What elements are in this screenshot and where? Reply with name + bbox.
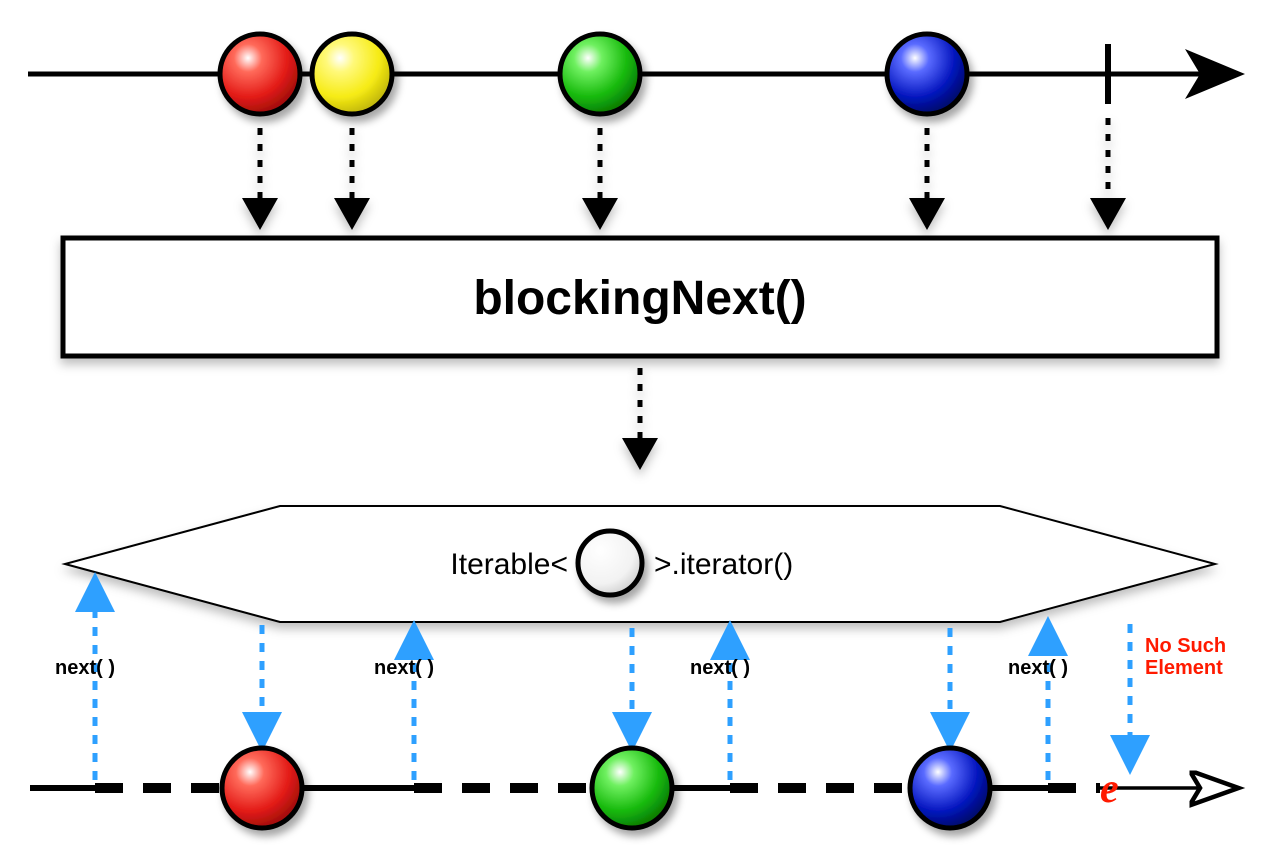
svg-text:No Such: No Such [1145,635,1226,657]
iterable-prefix: Iterable< [450,548,568,581]
operator-to-iterable-arrow [622,368,658,470]
operator-label: blockingNext() [473,272,806,325]
next-labels: next( ) next( ) next( ) next( ) [55,657,1068,679]
source-timeline [28,34,1200,114]
iterable-suffix: >.iterator() [654,548,793,581]
error-label: No Such Element [1145,635,1226,679]
iterable-hexagon: Iterable< >.iterator() [65,506,1215,622]
error-symbol: e [1100,766,1119,812]
svg-text:next( ): next( ) [55,657,115,679]
output-timeline: e [30,748,1200,828]
marble-blue [887,34,967,114]
operator-box: blockingNext() [63,238,1217,356]
svg-text:next( ): next( ) [690,657,750,679]
diagram-root: blockingNext() Iterable< >.iterator() ne… [0,0,1280,854]
marble-green [560,34,640,114]
marble-red-out [222,748,302,828]
svg-text:next( ): next( ) [1008,657,1068,679]
svg-text:next( ): next( ) [374,657,434,679]
marble-red [220,34,300,114]
svg-text:Element: Element [1145,657,1223,679]
marble-blue-out [910,748,990,828]
marble-yellow [312,34,392,114]
marble-green-out [592,748,672,828]
marble-white [578,531,642,595]
emission-arrows [242,118,1126,230]
